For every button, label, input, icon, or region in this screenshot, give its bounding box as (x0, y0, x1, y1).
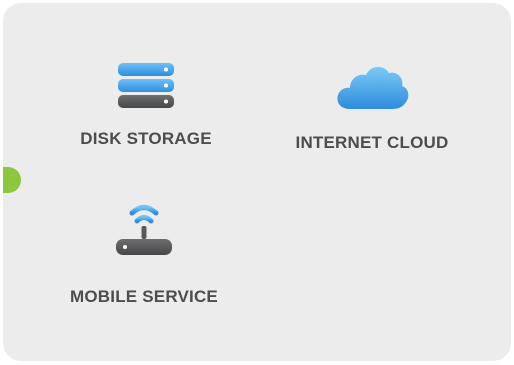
tile-label: INTERNET CLOUD (295, 133, 449, 152)
services-panel: DISK STORAGE INTERNET CLOUD MOBILE SERVI… (3, 3, 511, 361)
tile-label: DISK STORAGE (80, 129, 212, 148)
active-indicator (3, 167, 21, 193)
tile-mobile-service[interactable]: MOBILE SERVICE (44, 203, 244, 307)
wifi-router-icon (116, 205, 172, 255)
cloud-icon (337, 66, 409, 109)
tile-label: MOBILE SERVICE (70, 287, 218, 306)
tile-internet-cloud[interactable]: INTERNET CLOUD (272, 61, 472, 153)
tile-disk-storage[interactable]: DISK STORAGE (46, 61, 246, 149)
server-storage-icon (118, 63, 174, 108)
